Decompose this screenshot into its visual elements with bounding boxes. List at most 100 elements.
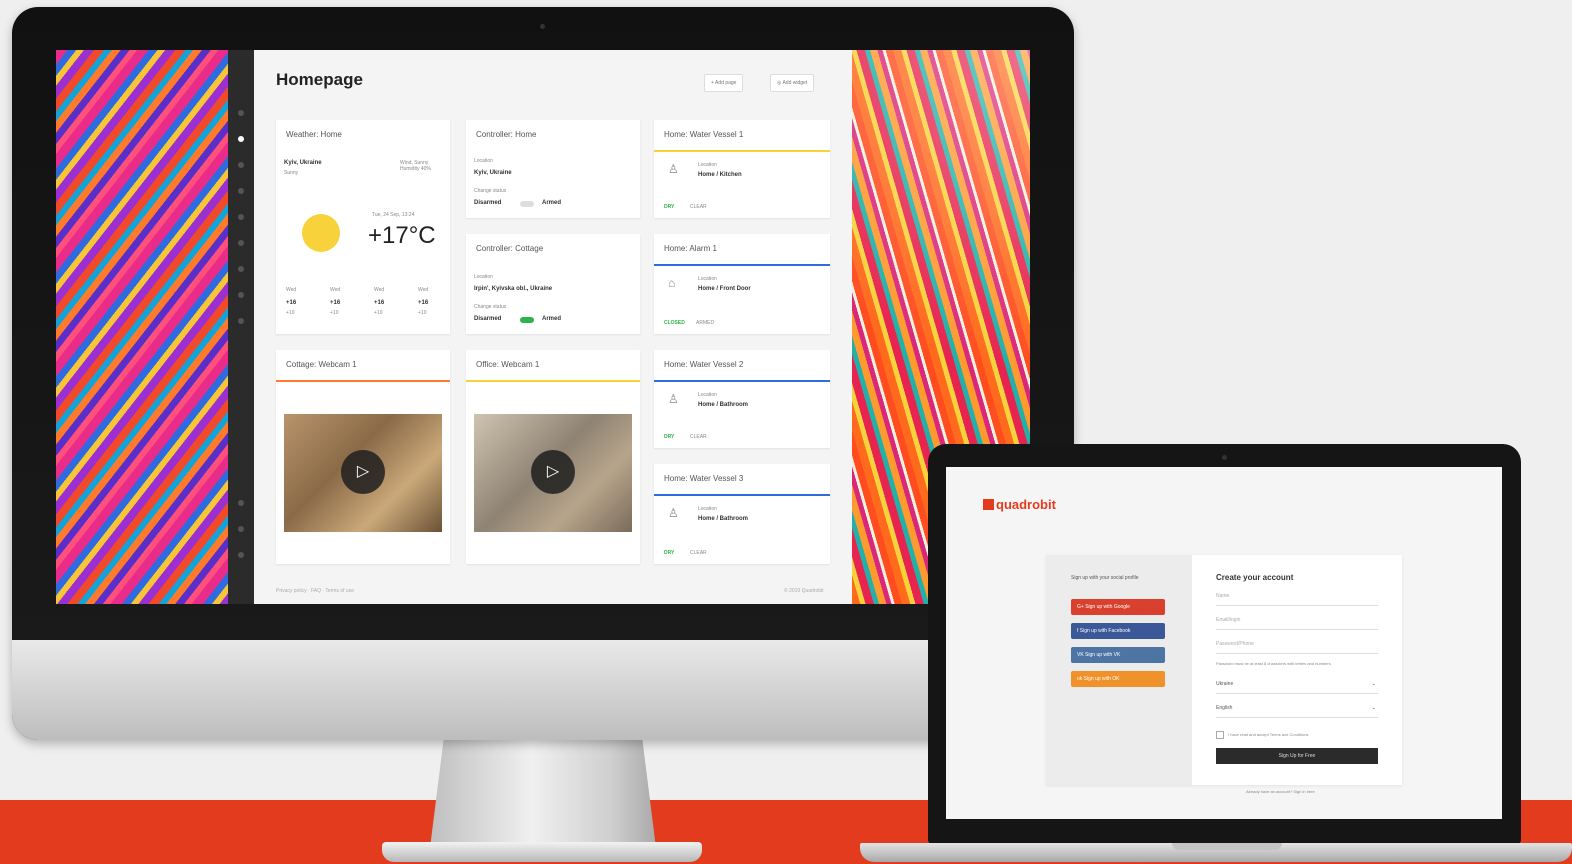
- location-value: Home / Front Door: [698, 286, 751, 292]
- location-label: Location: [474, 158, 493, 164]
- language-select[interactable]: English ⌄: [1216, 705, 1378, 718]
- ok-signup-button[interactable]: ok Sign up with OK: [1071, 671, 1165, 687]
- signup-panel: Sign up with your social profile G+ Sign…: [1046, 555, 1402, 785]
- password-field[interactable]: Password/Phone: [1216, 641, 1378, 654]
- name-field[interactable]: Name: [1216, 593, 1378, 606]
- form-title: Create your account: [1216, 573, 1294, 582]
- cottage-webcam-widget[interactable]: Cottage: Webcam 1 ▷: [276, 350, 450, 564]
- terms-checkbox[interactable]: [1216, 731, 1224, 739]
- weather-widget[interactable]: Weather: Home Kyiv, Ukraine Sunny Wind, …: [276, 120, 450, 334]
- controller-home-widget[interactable]: Controller: Home Location Kyiv, Ukraine …: [466, 120, 640, 218]
- faucet-icon: ♙: [668, 392, 679, 406]
- location-label: Location: [698, 162, 717, 168]
- play-icon[interactable]: ▷: [531, 450, 575, 494]
- widget-title: Home: Alarm 1: [664, 244, 717, 253]
- water-vessel-3-widget[interactable]: Home: Water Vessel 3 ♙ Location Home / B…: [654, 464, 830, 564]
- state-label: Change status: [474, 304, 507, 310]
- facebook-signup-button[interactable]: f Sign up with Facebook: [1071, 623, 1165, 639]
- weather-meta: Wind, Sunny Humidity 40%: [400, 160, 431, 172]
- sidebar-icon[interactable]: [238, 526, 244, 532]
- signin-link[interactable]: Already have an account? Sign in here: [1246, 789, 1315, 794]
- state-label: Change status: [474, 188, 507, 194]
- country-select-value: Ukraine: [1216, 681, 1234, 687]
- widget-accent-line: [654, 494, 830, 496]
- terms-text[interactable]: I have read and accept Terms and Conditi…: [1228, 732, 1308, 737]
- sidebar-icon[interactable]: [238, 188, 244, 194]
- arm-toggle[interactable]: [520, 201, 534, 207]
- vk-signup-button[interactable]: VK Sign up with VK: [1071, 647, 1165, 663]
- widget-title: Home: Water Vessel 3: [664, 474, 744, 483]
- page-title: Homepage: [276, 70, 363, 89]
- brand-logo[interactable]: quadrobit: [983, 497, 1056, 512]
- sidebar-icon[interactable]: [238, 162, 244, 168]
- forecast-day: Wed: [286, 287, 297, 293]
- wallpaper-left: [56, 50, 228, 604]
- widget-accent-line: [276, 380, 450, 382]
- social-heading: Sign up with your social profile: [1071, 575, 1139, 581]
- sensor-substatus: ARMED: [696, 320, 715, 326]
- forecast-sub: +10: [418, 310, 427, 316]
- signup-submit-button[interactable]: Sign Up for Free: [1216, 748, 1378, 764]
- location-label: Location: [698, 506, 717, 512]
- sidebar-icon[interactable]: [238, 266, 244, 272]
- forecast-day: Wed: [330, 287, 341, 293]
- arm-toggle[interactable]: [520, 317, 534, 323]
- widget-title: Office: Webcam 1: [476, 360, 540, 369]
- office-webcam-widget[interactable]: Office: Webcam 1 ▷: [466, 350, 640, 564]
- dashboard-app: Homepage + Add page ◎ Add widget Weather…: [254, 50, 852, 604]
- laptop-screen: quadrobit Sign up with your social profi…: [946, 467, 1502, 819]
- water-vessel-1-widget[interactable]: Home: Water Vessel 1 ♙ Location Home / K…: [654, 120, 830, 218]
- weather-condition: Sunny: [284, 170, 299, 176]
- widget-title: Home: Water Vessel 2: [664, 360, 744, 369]
- location-value: Home / Kitchen: [698, 172, 742, 178]
- sidebar-icon[interactable]: [238, 552, 244, 558]
- country-select[interactable]: Ukraine ⌄: [1216, 681, 1378, 694]
- widget-title: Controller: Home: [476, 130, 537, 139]
- armed-label: Armed: [542, 316, 562, 322]
- add-page-button[interactable]: + Add page: [704, 74, 744, 92]
- sidebar-icon[interactable]: [238, 240, 244, 246]
- location-label: Location: [474, 274, 493, 280]
- widget-accent-line: [654, 264, 830, 266]
- controller-cottage-widget[interactable]: Controller: Cottage Location Irpin', Kyi…: [466, 234, 640, 334]
- google-signup-button[interactable]: G+ Sign up with Google: [1071, 599, 1165, 615]
- monitor-stand: [430, 740, 656, 848]
- sidebar-icon[interactable]: [238, 318, 244, 324]
- email-field[interactable]: Email/login: [1216, 617, 1378, 630]
- laptop-webcam-dot: [1222, 455, 1227, 460]
- sensor-status: CLOSED: [664, 320, 685, 326]
- sidebar-icon[interactable]: [238, 110, 244, 116]
- sensor-substatus: CLEAR: [690, 434, 707, 440]
- forecast-day: Wed: [418, 287, 429, 293]
- social-signup-column: Sign up with your social profile G+ Sign…: [1046, 555, 1192, 785]
- location-value: Home / Bathroom: [698, 516, 749, 522]
- sensor-substatus: CLEAR: [690, 550, 707, 556]
- forecast-sub: +10: [286, 310, 295, 316]
- alarm-1-widget[interactable]: Home: Alarm 1 ⌂ Location Home / Front Do…: [654, 234, 830, 334]
- chevron-down-icon: ⌄: [1371, 705, 1376, 711]
- widget-accent-line: [654, 150, 830, 152]
- forecast-sub: +10: [374, 310, 383, 316]
- weather-datetime: Tue, 24 Sep, 13:24: [372, 212, 415, 218]
- widget-title: Home: Water Vessel 1: [664, 130, 744, 139]
- forecast-temp: +16: [330, 300, 341, 306]
- location-value: Home / Bathroom: [698, 402, 749, 408]
- footer-copyright: © 2019 Quadrobit: [784, 588, 824, 594]
- footer-links[interactable]: Privacy policy · FAQ · Terms of use: [276, 588, 354, 594]
- temperature: +17°C: [368, 222, 436, 249]
- widget-accent-line: [466, 380, 640, 382]
- door-icon: ⌂: [668, 276, 676, 290]
- play-icon[interactable]: ▷: [341, 450, 385, 494]
- forecast-day: Wed: [374, 287, 385, 293]
- water-vessel-2-widget[interactable]: Home: Water Vessel 2 ♙ Location Home / B…: [654, 350, 830, 448]
- sidebar-icon[interactable]: [238, 500, 244, 506]
- sidebar-icon[interactable]: [238, 292, 244, 298]
- sensor-status: DRY: [664, 204, 675, 210]
- add-widget-button[interactable]: ◎ Add widget: [770, 74, 815, 92]
- monitor-chin: [12, 640, 1074, 740]
- widget-title: Weather: Home: [286, 130, 342, 139]
- widget-title: Cottage: Webcam 1: [286, 360, 357, 369]
- sensor-status: DRY: [664, 550, 675, 556]
- sidebar-icon[interactable]: [238, 214, 244, 220]
- sidebar-icon-active[interactable]: [238, 136, 244, 142]
